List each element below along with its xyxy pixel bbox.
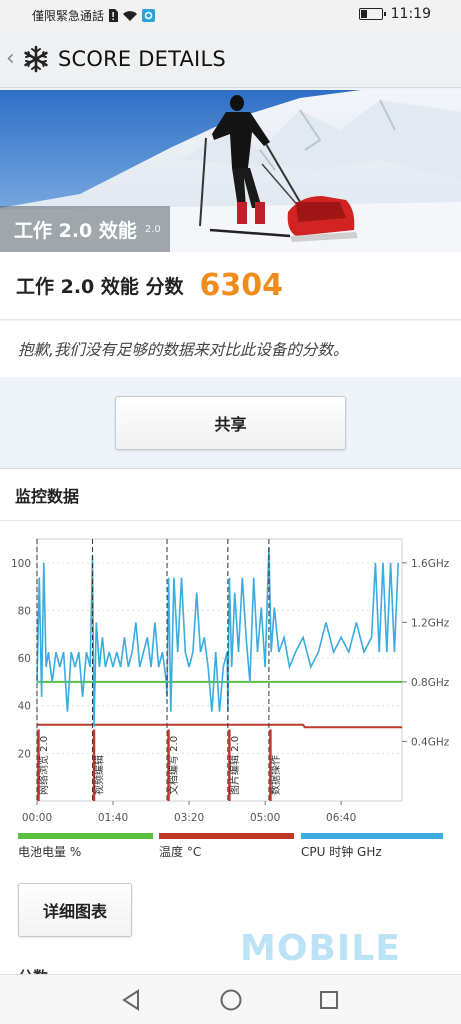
monitoring-chart[interactable]: 20 40 60 80 100 0.4GHz 0.8GHz 1.2GHz 1.6GHz 00:00…	[0, 529, 461, 829]
x-tick-label: 03:20	[174, 812, 204, 824]
status-right: 11:19	[358, 6, 431, 22]
legend-item: CPU 时钟 GHz	[301, 833, 443, 860]
hero-test-name: 工作 2.0 效能	[14, 219, 137, 242]
legend-label: CPU 时钟 GHz	[301, 845, 382, 859]
phase-label: 图片编辑 2.0	[228, 736, 241, 795]
phase-label: 文档编写 2.0	[167, 736, 180, 795]
sim-alert-icon	[109, 9, 119, 22]
carrier-text: 僅限緊急通話	[32, 9, 105, 23]
home-circle-icon[interactable]	[218, 987, 244, 1013]
legend-label: 电池电量 %	[18, 845, 82, 859]
phase-label: 网络浏览 2.0	[37, 736, 50, 795]
legend-item: 温度 °C	[159, 833, 294, 860]
legend-swatch	[18, 833, 153, 839]
x-tick-label: 06:40	[326, 812, 356, 824]
left-tick-label: 80	[18, 605, 31, 617]
phase-label: 数据操作	[269, 755, 282, 795]
x-tick-label: 00:00	[22, 812, 52, 824]
hero-version: 2.0	[144, 223, 161, 235]
chart-legend: 电池电量 % 温度 °C CPU 时钟 GHz	[18, 833, 448, 861]
detailed-chart-button[interactable]: 详细图表	[18, 883, 132, 937]
right-tick-label: 0.8GHz	[411, 677, 450, 689]
comparison-message: 抱歉,我们没有足够的数据来对比此设备的分数。	[0, 321, 461, 377]
legend-item: 电池电量 %	[18, 833, 153, 860]
score-row: 工作 2.0 效能 分数 6304	[0, 252, 461, 320]
score-value: 6304	[199, 268, 284, 303]
watermark-text: MOBILE	[240, 928, 401, 969]
monitoring-title: 监控数据	[0, 469, 461, 521]
legend-label: 温度 °C	[159, 845, 202, 859]
page-title: SCORE DETAILS	[58, 46, 226, 71]
left-tick-label: 100	[11, 558, 31, 570]
status-bar: 僅限緊急通話 11:19	[0, 0, 461, 30]
status-left: 僅限緊急通話	[32, 7, 156, 24]
hero-label: 工作 2.0 效能 2.0	[0, 206, 170, 252]
hero-banner: 工作 2.0 效能 2.0	[0, 90, 461, 252]
app-notification-icon	[142, 9, 156, 22]
right-tick-label: 1.2GHz	[411, 617, 450, 629]
right-tick-label: 0.4GHz	[411, 736, 450, 748]
comparison-message-text: 抱歉,我们没有足够的数据来对比此设备的分数。	[18, 341, 349, 359]
recents-square-icon[interactable]	[316, 987, 342, 1013]
share-button[interactable]: 共享	[115, 396, 346, 450]
right-tick-label: 1.6GHz	[411, 558, 450, 570]
left-tick-label: 60	[18, 653, 31, 665]
legend-swatch	[301, 833, 443, 839]
back-triangle-icon[interactable]	[118, 987, 144, 1013]
x-tick-label: 01:40	[98, 812, 128, 824]
battery-icon	[358, 8, 386, 20]
monitoring-card: 监控数据 20 40 60 80 100 0.4GHz 0.8GHz 1.2GHz 1.6GHz…	[0, 468, 461, 988]
left-tick-label: 20	[18, 748, 31, 760]
watermark-logo: MOBILE	[240, 928, 401, 969]
score-label: 工作 2.0 效能 分数	[16, 276, 184, 298]
clock: 11:19	[390, 6, 431, 22]
back-chevron-icon[interactable]: ‹	[6, 46, 20, 71]
system-nav-bar	[0, 974, 461, 1024]
left-tick-label: 40	[18, 701, 31, 713]
snowflake-logo-icon[interactable]	[22, 45, 50, 73]
legend-swatch	[159, 833, 294, 839]
phase-label: 视频编辑	[93, 755, 106, 795]
x-tick-label: 05:00	[250, 812, 280, 824]
app-bar: ‹ SCORE DETAILS	[0, 30, 461, 88]
wifi-icon	[123, 10, 138, 21]
